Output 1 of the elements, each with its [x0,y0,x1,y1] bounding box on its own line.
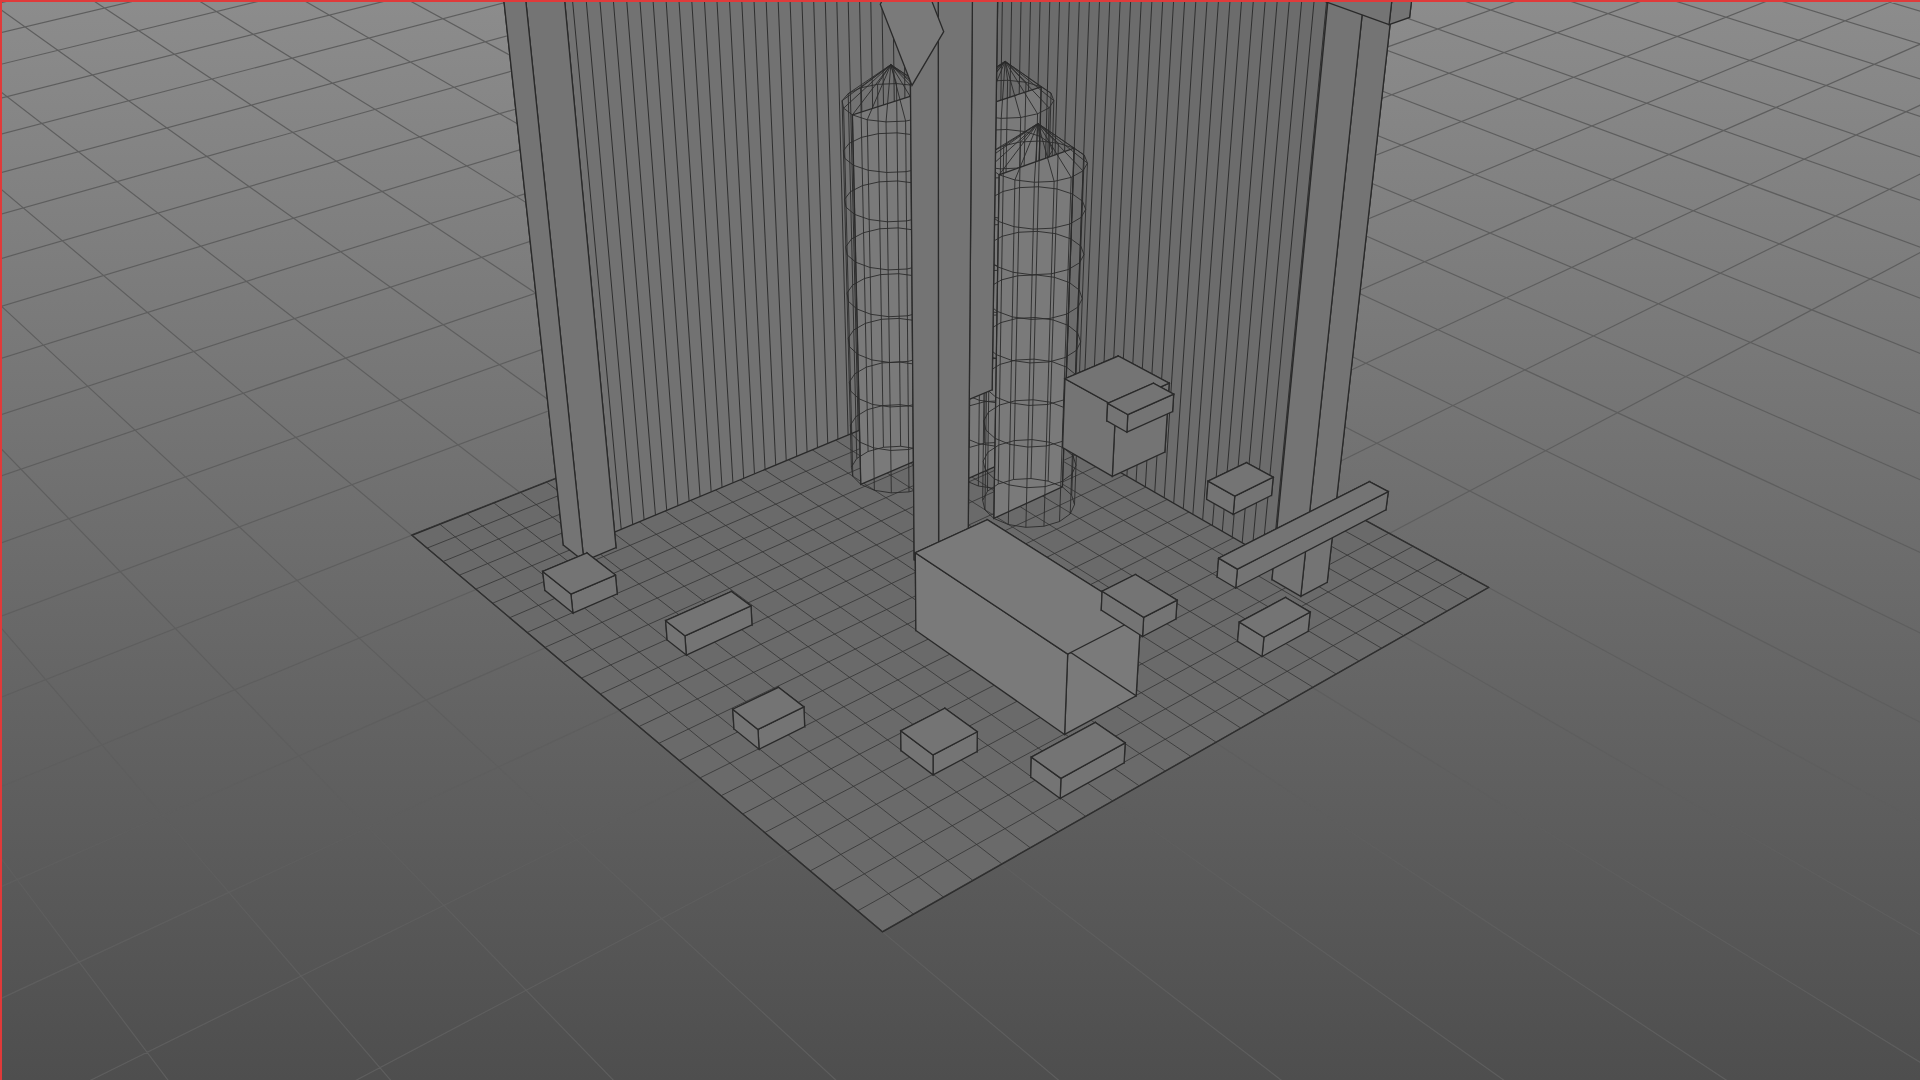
3d-viewport[interactable] [0,0,1920,1080]
